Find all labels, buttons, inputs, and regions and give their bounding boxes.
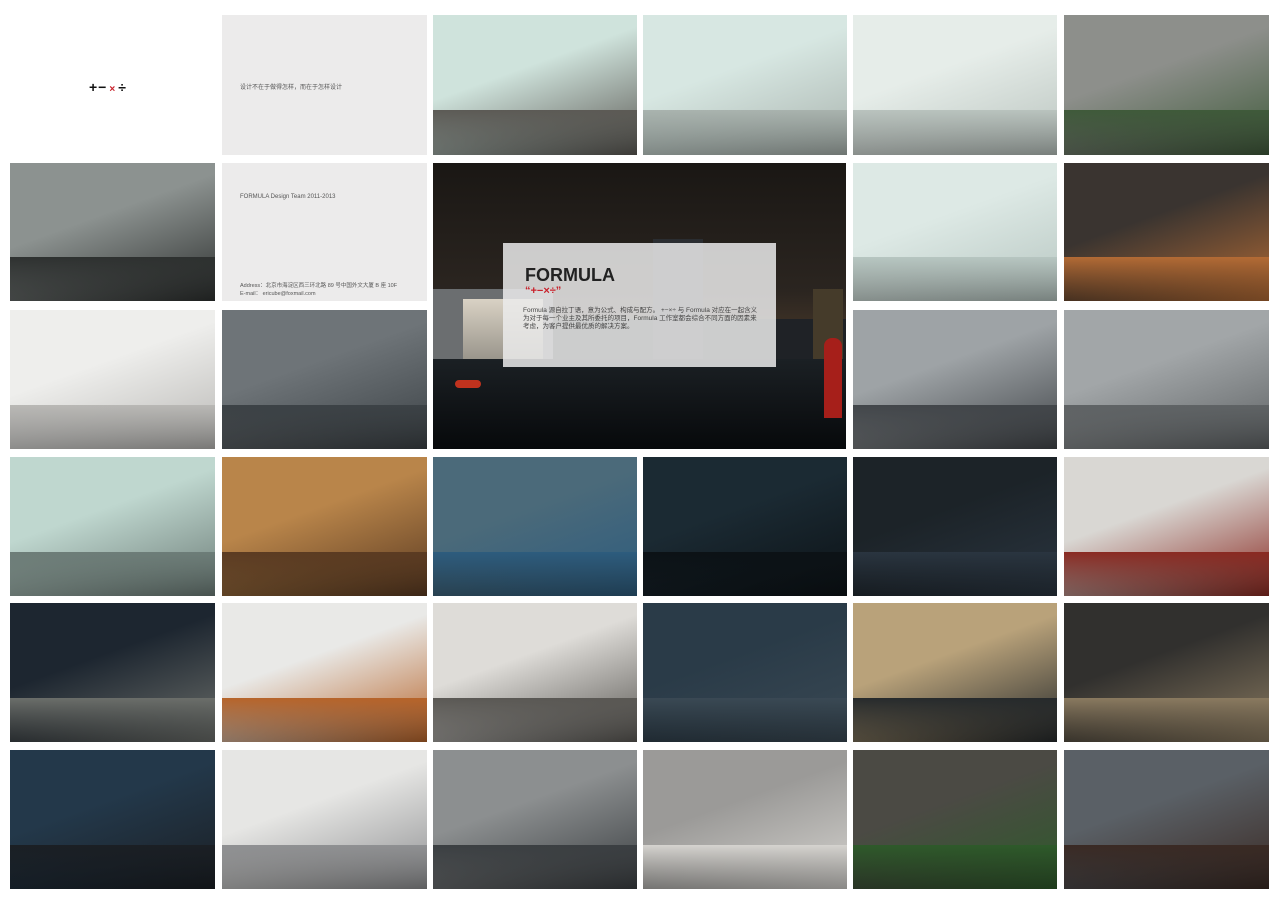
project-thumbnail [222,750,427,889]
project-thumbnail [222,603,427,742]
project-thumbnail [643,15,847,155]
project-thumbnail [1064,603,1269,742]
project-thumbnail [433,15,637,155]
project-thumbnail [433,750,637,889]
project-thumbnail [1064,15,1269,155]
project-thumbnail [853,310,1057,449]
project-thumbnail [1064,457,1269,596]
project-thumbnail [222,457,427,596]
formula-logo: +− × ÷ [89,79,127,95]
project-thumbnail [222,310,427,449]
project-thumbnail [10,750,215,889]
project-thumbnail [643,750,847,889]
overlay-symbol: “+−×÷” [525,285,562,297]
project-thumbnail [853,457,1057,596]
project-thumbnail [1064,750,1269,889]
intro-overlay: FORMULA “+−×÷” Formula 源自拉丁语，意为公式、构成与配方。… [503,243,776,367]
overlay-title: FORMULA [525,265,615,285]
address-text: Address：北京市海淀区西三环北路 89 号中国外文大厦 B 座 10F [240,283,398,289]
project-thumbnail [853,603,1057,742]
project-thumbnail [10,457,215,596]
project-thumbnail [853,15,1057,155]
project-thumbnail [433,603,637,742]
tagline-text: 设计不在于做得怎样，而在于怎样设计 [240,85,343,91]
project-thumbnail [1064,163,1269,301]
project-thumbnail [643,457,847,596]
overlay-body: Formula 源自拉丁语，意为公式、构成与配方。 +−×÷ 与 Formula… [523,307,758,330]
project-thumbnail [853,163,1057,301]
project-thumbnail [10,603,215,742]
project-thumbnail [10,310,215,449]
boat-shape [455,380,481,388]
project-thumbnail [10,163,215,301]
email-text: E-mail： ericube@foxmail.com [240,291,316,297]
project-thumbnail [643,603,847,742]
project-thumbnail [1064,310,1269,449]
project-thumbnail [433,457,637,596]
project-thumbnail [853,750,1057,889]
team-text: FORMULA Design Team 2011-2013 [240,194,336,200]
